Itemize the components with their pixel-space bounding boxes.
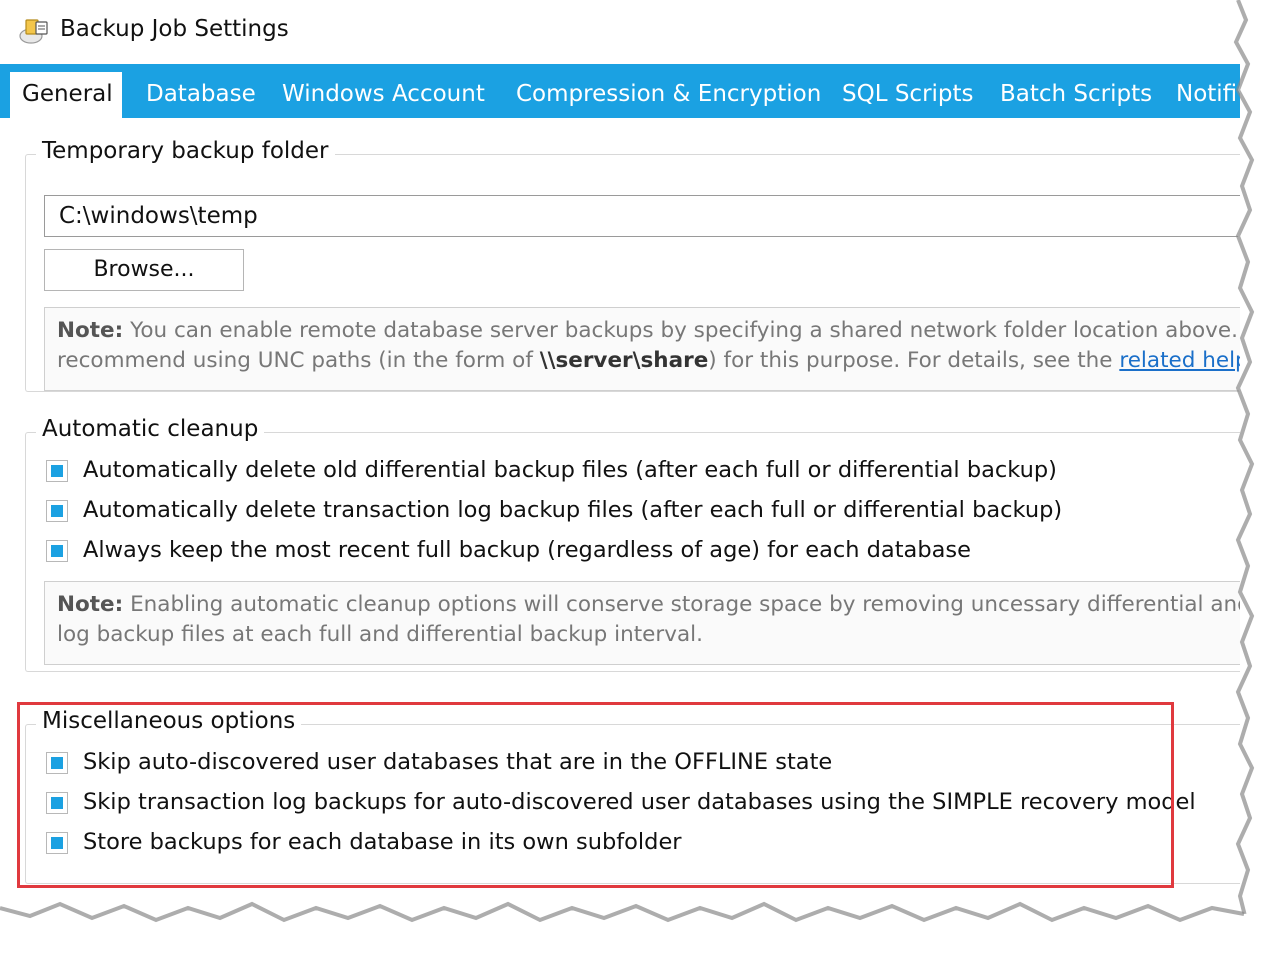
tab-sql-scripts[interactable]: SQL Scripts [830,70,986,118]
checkbox[interactable] [46,540,68,562]
checkbox-checked-mark [51,545,63,557]
checkbox[interactable] [46,460,68,482]
temp-folder-group-label: Temporary backup folder [36,138,335,164]
backup-job-icon [19,19,48,44]
checkbox-checked-mark [51,465,63,477]
tab-compression-encryption[interactable]: Compression & Encryption [504,70,833,118]
torn-edge-right [1233,0,1278,964]
torn-edge-bottom [0,901,1278,964]
checkbox-checked-mark [51,505,63,517]
checkbox-label: Always keep the most recent full backup … [83,537,971,563]
checkbox-label: Automatically delete transaction log bac… [83,497,1063,523]
cleanup-group-label: Automatic cleanup [36,416,265,442]
temp-folder-note-line2: recommend using UNC paths (in the form o… [57,346,1240,376]
temp-folder-group: Temporary backup folder C:\windows\temp … [25,138,1240,392]
highlight-annotation-box [17,702,1174,888]
cleanup-note-line2: log backup files at each full and differ… [57,622,703,647]
unc-path-example: \\server\share [539,348,709,373]
backup-job-settings-window: Backup Job Settings General Database Win… [0,0,1278,964]
note-text: Enabling automatic cleanup options will … [123,592,1240,617]
temp-folder-note: Note: You can enable remote database ser… [44,307,1240,391]
window-title: Backup Job Settings [60,16,289,42]
cleanup-note: Note: Enabling automatic cleanup options… [44,581,1240,665]
tab-database[interactable]: Database [134,70,268,118]
tab-general[interactable]: General [10,72,122,118]
checkbox[interactable] [46,500,68,522]
cleanup-note-line1: Note: Enabling automatic cleanup options… [57,590,1240,620]
tab-batch-scripts[interactable]: Batch Scripts [988,70,1164,118]
note-prefix: Note: [57,592,124,617]
cleanup-group: Automatic cleanup Automatically delete o… [25,416,1240,672]
note-text: ) for this purpose. For details, see the [708,348,1120,373]
tab-strip: General Database Windows Account Compres… [0,64,1240,118]
tab-windows-account[interactable]: Windows Account [270,70,497,118]
temp-folder-path-input[interactable]: C:\windows\temp [44,195,1240,237]
title-bar: Backup Job Settings [0,0,1240,64]
note-text: You can enable remote database server ba… [123,318,1240,343]
note-text: recommend using UNC paths (in the form o… [57,348,540,373]
temp-folder-note-line1: Note: You can enable remote database ser… [57,316,1240,346]
note-prefix: Note: [57,318,124,343]
browse-button[interactable]: Browse... [44,249,244,291]
checkbox-label: Automatically delete old differential ba… [83,457,1057,483]
